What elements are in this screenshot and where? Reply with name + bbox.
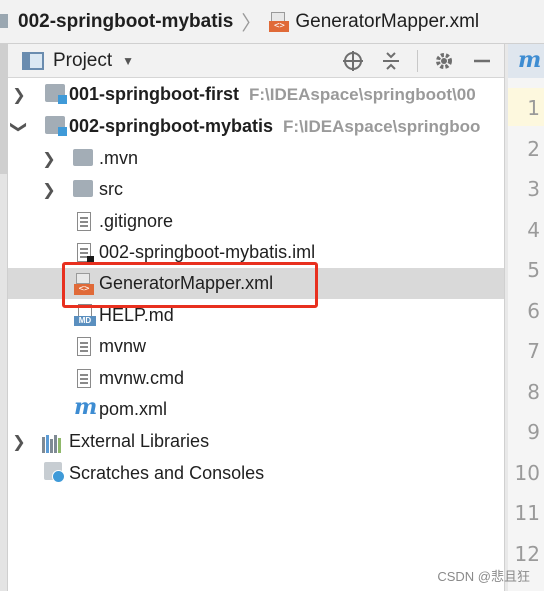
tree-item-iml[interactable]: 002-springboot-mybatis.iml	[8, 237, 504, 268]
maven-icon: m	[74, 394, 98, 420]
project-tool-window-tab[interactable]	[0, 44, 8, 174]
gear-icon[interactable]	[432, 49, 456, 73]
watermark: CSDN @悲且狂	[437, 569, 530, 584]
line-number: 3	[527, 177, 540, 201]
tree-item-label: .mvn	[99, 148, 139, 168]
toolbar-actions	[327, 44, 494, 78]
module-folder-icon	[45, 116, 67, 136]
line-number: 12	[514, 542, 540, 566]
iml-file-icon	[77, 243, 94, 263]
line-number: 5	[527, 258, 540, 282]
chevron-right-icon[interactable]: ❯	[42, 149, 56, 169]
breadcrumb-separator: 〉	[241, 13, 262, 35]
tree-item-label: mvnw	[99, 336, 147, 356]
xml-file-icon: <>	[74, 273, 96, 295]
line-number: 1	[527, 96, 540, 120]
chevron-right-icon[interactable]: ❯	[42, 180, 56, 200]
module-name: 002-springboot-mybatis	[69, 116, 274, 136]
line-number: 11	[514, 501, 540, 525]
text-file-icon	[77, 337, 91, 356]
editor-gutter: m 1 2 3 4 5 6 7 8 9 10 11 12	[508, 44, 544, 591]
tree-item-mvnw-cmd[interactable]: mvnw.cmd	[8, 363, 504, 394]
tree-item-label: HELP.md	[99, 305, 174, 325]
folder-icon	[0, 13, 8, 28]
text-file-icon	[77, 369, 91, 388]
project-view-title[interactable]: Project	[53, 50, 112, 72]
left-tool-strip	[0, 44, 8, 591]
line-number: 2	[527, 137, 540, 161]
toolbar-divider	[417, 50, 418, 72]
line-number: 7	[527, 339, 540, 363]
line-number: 9	[527, 420, 540, 444]
module-folder-icon	[45, 84, 67, 104]
tree-item-external-libraries[interactable]: ❯ External Libraries	[8, 426, 504, 457]
tree-item-gitignore[interactable]: .gitignore	[8, 206, 504, 237]
breadcrumb-project[interactable]: 002-springboot-mybatis	[0, 0, 233, 44]
folder-icon	[73, 180, 93, 197]
module-path: F:\IDEAspace\springboot\00	[249, 85, 476, 104]
tree-item-pom-xml[interactable]: m pom.xml	[8, 394, 504, 425]
tree-item-label: External Libraries	[69, 431, 210, 451]
breadcrumb-file[interactable]: <> GeneratorMapper.xml	[269, 0, 479, 44]
tree-item-label: 002-springboot-mybatis F:\IDEAspace\sprin…	[69, 116, 480, 137]
navigation-bar: 002-springboot-mybatis 〉 <> GeneratorMap…	[0, 0, 544, 44]
line-number: 8	[527, 380, 540, 404]
maven-icon: m	[518, 47, 542, 73]
collapse-all-icon[interactable]	[379, 49, 403, 73]
project-view-icon	[22, 51, 44, 70]
tree-item-label: GeneratorMapper.xml	[99, 273, 274, 293]
tree-item-002-springboot-mybatis[interactable]: ❯ 002-springboot-mybatis F:\IDEAspace\spr…	[8, 111, 504, 142]
project-tree: ❯ 001-springboot-first F:\IDEAspace\sprin…	[8, 79, 504, 591]
text-file-icon	[77, 212, 91, 231]
tree-item-label: Scratches and Consoles	[69, 463, 265, 483]
editor-tab[interactable]: m	[508, 44, 544, 78]
breadcrumb-file-label: GeneratorMapper.xml	[295, 10, 480, 32]
chevron-right-icon[interactable]: ❯	[12, 85, 26, 105]
project-toolbar: Project ▼	[8, 44, 504, 78]
tree-item-mvnw[interactable]: mvnw	[8, 331, 504, 362]
markdown-file-icon: MD	[74, 304, 96, 326]
locate-icon[interactable]	[341, 49, 365, 73]
chevron-down-icon[interactable]: ❯	[9, 120, 29, 134]
minimize-icon[interactable]	[470, 49, 494, 73]
tree-item-label: 001-springboot-first F:\IDEAspace\springb…	[69, 84, 476, 105]
tree-item-001-springboot-first[interactable]: ❯ 001-springboot-first F:\IDEAspace\sprin…	[8, 79, 504, 110]
xml-file-icon: <>	[269, 11, 290, 32]
module-name: 001-springboot-first	[69, 84, 240, 104]
markdown-badge: MD	[74, 316, 96, 326]
tree-item-mvn[interactable]: ❯ .mvn	[8, 143, 504, 174]
line-number: 10	[514, 461, 540, 485]
module-path: F:\IDEAspace\springboo	[283, 117, 481, 136]
library-icon	[42, 431, 64, 453]
tree-item-label: .gitignore	[99, 211, 174, 231]
tree-item-generatormapper[interactable]: <> GeneratorMapper.xml	[8, 268, 504, 299]
breadcrumb-project-label: 002-springboot-mybatis	[18, 10, 234, 32]
chevron-right-icon[interactable]: ❯	[12, 432, 26, 452]
scratch-icon	[44, 462, 65, 483]
folder-icon	[73, 149, 93, 166]
line-number: 6	[527, 299, 540, 323]
tree-item-scratches[interactable]: Scratches and Consoles	[8, 458, 504, 489]
tree-item-label: 002-springboot-mybatis.iml	[99, 242, 316, 262]
tree-item-src[interactable]: ❯ src	[8, 174, 504, 205]
tree-item-label: mvnw.cmd	[99, 368, 185, 388]
tree-item-label: pom.xml	[99, 399, 168, 419]
chevron-down-icon[interactable]: ▼	[122, 54, 134, 68]
line-number: 4	[527, 218, 540, 242]
tree-item-help-md[interactable]: MD HELP.md	[8, 300, 504, 331]
tree-item-label: src	[99, 179, 123, 199]
